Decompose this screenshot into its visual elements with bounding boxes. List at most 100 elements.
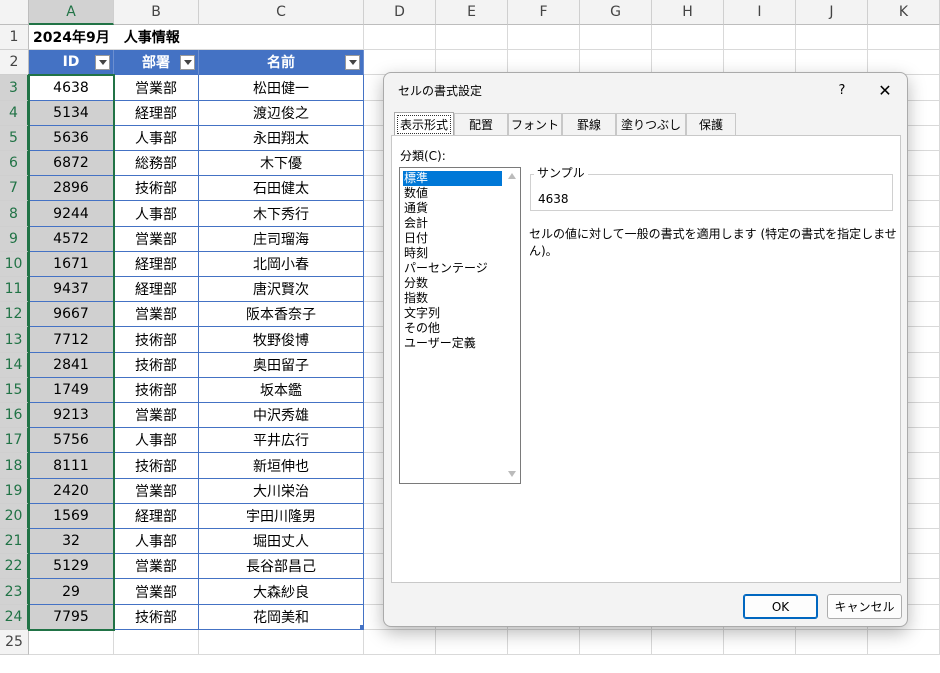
department-cell[interactable]: 人事部 <box>114 126 199 151</box>
department-cell[interactable]: 経理部 <box>114 277 199 302</box>
name-cell[interactable]: 松田健一 <box>199 75 364 101</box>
id-cell[interactable]: 32 <box>29 529 114 554</box>
column-header[interactable]: B <box>114 0 199 25</box>
filter-dropdown-icon[interactable] <box>95 55 110 70</box>
name-cell[interactable]: 新垣伸也 <box>199 453 364 479</box>
row-header[interactable]: 17 <box>0 428 29 453</box>
id-cell[interactable]: 1569 <box>29 504 114 529</box>
tab-border[interactable]: 罫線 <box>562 113 616 135</box>
id-cell[interactable]: 29 <box>29 579 114 605</box>
tab-protection[interactable]: 保護 <box>686 113 736 135</box>
name-cell[interactable]: 渡辺俊之 <box>199 101 364 126</box>
tab-font[interactable]: フォント <box>508 113 562 135</box>
grid-cell[interactable] <box>796 630 868 655</box>
grid-cell[interactable] <box>652 630 724 655</box>
row-header[interactable]: 18 <box>0 453 29 479</box>
column-header[interactable]: D <box>364 0 436 25</box>
grid-cell[interactable] <box>652 25 724 50</box>
row-header[interactable]: 10 <box>0 252 29 277</box>
name-cell[interactable]: 牧野俊博 <box>199 327 364 353</box>
column-header[interactable]: G <box>580 0 652 25</box>
row-header[interactable]: 7 <box>0 176 29 201</box>
department-cell[interactable]: 営業部 <box>114 554 199 579</box>
category-item[interactable]: 文字列 <box>403 306 502 321</box>
department-cell[interactable]: 技術部 <box>114 605 199 630</box>
column-header[interactable]: I <box>724 0 796 25</box>
table-header-cell[interactable]: ID <box>29 50 114 75</box>
department-cell[interactable]: 経理部 <box>114 504 199 529</box>
column-header[interactable]: E <box>436 0 508 25</box>
id-cell[interactable]: 2420 <box>29 479 114 504</box>
name-cell[interactable]: 宇田川隆男 <box>199 504 364 529</box>
name-cell[interactable]: 奥田留子 <box>199 353 364 378</box>
department-cell[interactable]: 営業部 <box>114 579 199 605</box>
name-cell[interactable]: 坂本鑑 <box>199 378 364 403</box>
column-header[interactable]: K <box>868 0 940 25</box>
category-item[interactable]: 指数 <box>403 291 502 306</box>
name-cell[interactable]: 花岡美和 <box>199 605 364 630</box>
grid-cell[interactable] <box>199 630 364 655</box>
grid-cell[interactable] <box>868 25 940 50</box>
grid-cell[interactable] <box>796 25 868 50</box>
department-cell[interactable]: 経理部 <box>114 101 199 126</box>
scroll-up-icon[interactable] <box>508 173 516 179</box>
row-header[interactable]: 11 <box>0 277 29 302</box>
department-cell[interactable]: 営業部 <box>114 403 199 428</box>
row-header[interactable]: 8 <box>0 201 29 227</box>
help-icon[interactable]: ? <box>832 80 852 100</box>
name-cell[interactable]: 永田翔太 <box>199 126 364 151</box>
row-header[interactable]: 23 <box>0 579 29 605</box>
name-cell[interactable]: 中沢秀雄 <box>199 403 364 428</box>
grid-cell[interactable] <box>364 630 436 655</box>
name-cell[interactable]: 大森紗良 <box>199 579 364 605</box>
table-resize-handle[interactable] <box>360 625 364 629</box>
department-cell[interactable]: 人事部 <box>114 428 199 453</box>
name-cell[interactable]: 阪本香奈子 <box>199 302 364 327</box>
grid-cell[interactable] <box>508 25 580 50</box>
grid-cell[interactable] <box>436 630 508 655</box>
tab-fill[interactable]: 塗りつぶし <box>616 113 686 135</box>
category-item[interactable]: 時刻 <box>403 246 502 261</box>
row-header[interactable]: 16 <box>0 403 29 428</box>
id-cell[interactable]: 1749 <box>29 378 114 403</box>
id-cell[interactable]: 9437 <box>29 277 114 302</box>
column-header[interactable]: F <box>508 0 580 25</box>
department-cell[interactable]: 人事部 <box>114 529 199 554</box>
category-item[interactable]: 標準 <box>403 171 502 186</box>
id-cell[interactable]: 5129 <box>29 554 114 579</box>
id-cell[interactable]: 1671 <box>29 252 114 277</box>
id-cell[interactable]: 5756 <box>29 428 114 453</box>
row-header[interactable]: 24 <box>0 605 29 630</box>
id-cell[interactable]: 6872 <box>29 151 114 176</box>
ok-button[interactable]: OK <box>743 594 818 619</box>
department-cell[interactable]: 営業部 <box>114 479 199 504</box>
row-header[interactable]: 12 <box>0 302 29 327</box>
id-cell[interactable]: 7795 <box>29 605 114 630</box>
id-cell[interactable]: 8111 <box>29 453 114 479</box>
category-item[interactable]: ユーザー定義 <box>403 336 502 351</box>
category-item[interactable]: パーセンテージ <box>403 261 502 276</box>
grid-cell[interactable] <box>114 630 199 655</box>
department-cell[interactable]: 技術部 <box>114 327 199 353</box>
id-cell[interactable]: 5134 <box>29 101 114 126</box>
id-cell[interactable]: 4638 <box>29 75 114 101</box>
grid-cell[interactable] <box>724 25 796 50</box>
row-header[interactable]: 15 <box>0 378 29 403</box>
category-item[interactable]: 通貨 <box>403 201 502 216</box>
name-cell[interactable]: 平井広行 <box>199 428 364 453</box>
grid-cell[interactable] <box>508 630 580 655</box>
name-cell[interactable]: 木下優 <box>199 151 364 176</box>
name-cell[interactable]: 北岡小春 <box>199 252 364 277</box>
name-cell[interactable]: 木下秀行 <box>199 201 364 227</box>
category-item[interactable]: 分数 <box>403 276 502 291</box>
scroll-down-icon[interactable] <box>508 471 516 477</box>
grid-cell[interactable] <box>580 630 652 655</box>
dialog-titlebar[interactable]: セルの書式設定 ? ✕ <box>384 73 907 105</box>
category-list[interactable]: 標準 数値 通貨 会計 日付 時刻 パーセンテージ 分数 指数 文字列 その他 ユーザー定義 <box>399 167 521 484</box>
select-all-corner[interactable] <box>0 0 29 25</box>
id-cell[interactable]: 4572 <box>29 227 114 252</box>
row-header[interactable]: 2 <box>0 50 29 75</box>
row-header[interactable]: 4 <box>0 101 29 126</box>
filter-dropdown-icon[interactable] <box>345 55 360 70</box>
name-cell[interactable]: 大川栄治 <box>199 479 364 504</box>
